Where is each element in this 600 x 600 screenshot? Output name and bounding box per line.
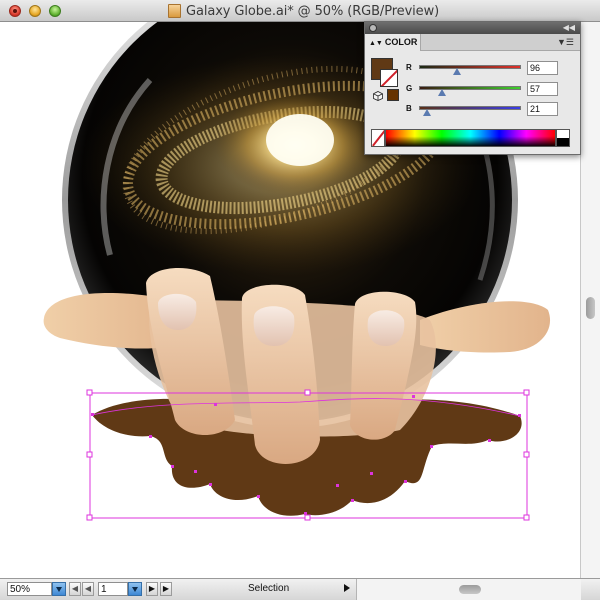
toggle-options-icon: ▲▼: [369, 40, 383, 47]
channel-slider-thumb-g[interactable]: [437, 89, 446, 96]
illustrator-document-icon: [168, 4, 181, 18]
horizontal-scrollbar[interactable]: [356, 579, 581, 600]
channel-value-input-b[interactable]: 21: [527, 102, 558, 116]
black-white-swatch[interactable]: [556, 129, 570, 147]
artboard-number-field[interactable]: 1: [98, 582, 128, 596]
channel-label-b: B: [406, 104, 412, 113]
panel-close-button[interactable]: [369, 24, 377, 32]
chevron-down-icon: [56, 587, 62, 592]
last-artboard-button[interactable]: ▶: [160, 582, 172, 596]
tab-color-label: COLOR: [384, 37, 418, 47]
horizontal-scroll-thumb[interactable]: [459, 585, 481, 594]
vertical-scrollbar[interactable]: [580, 22, 600, 578]
previous-page-icon: ◀: [84, 584, 92, 593]
panel-menu-icon[interactable]: ▼☰: [557, 38, 574, 47]
channel-slider-b[interactable]: [419, 106, 521, 110]
channel-slider-r[interactable]: [419, 65, 521, 69]
chevron-down-icon: [132, 587, 138, 592]
status-menu-arrow-icon[interactable]: [344, 584, 350, 592]
close-window-button[interactable]: [9, 5, 21, 17]
web-safe-color-swatch[interactable]: [387, 89, 399, 101]
channel-slider-thumb-b[interactable]: [423, 109, 432, 116]
zoom-level-field[interactable]: 50%: [7, 582, 52, 596]
panel-tab-bar: ▲▼ COLOR ▼☰: [365, 34, 580, 51]
current-tool-label[interactable]: Selection: [248, 583, 289, 594]
panel-header[interactable]: ◀◀: [365, 22, 580, 34]
close-dot-icon: [13, 9, 17, 13]
channel-slider-thumb-r[interactable]: [453, 68, 462, 75]
zoom-window-button[interactable]: [49, 5, 61, 17]
title-bar[interactable]: Galaxy Globe.ai* @ 50% (RGB/Preview): [0, 0, 600, 22]
channel-value-input-r[interactable]: 96: [527, 61, 558, 75]
artboard-number-dropdown[interactable]: [128, 582, 142, 596]
color-panel: ◀◀ ▲▼ COLOR ▼☰ R 96 G 57 B 21: [364, 21, 581, 155]
channel-label-g: G: [406, 84, 413, 93]
none-color-button[interactable]: [371, 129, 385, 147]
first-page-icon: ◀: [71, 584, 79, 593]
status-bar: 50% ◀ ◀ 1 ▶ ▶ Selection: [0, 578, 600, 600]
next-page-icon: ▶: [148, 584, 156, 593]
channel-value-input-g[interactable]: 57: [527, 82, 558, 96]
black-swatch[interactable]: [557, 138, 569, 146]
channel-slider-g[interactable]: [419, 86, 521, 90]
web-safe-cube-icon[interactable]: [373, 91, 383, 101]
illustrator-document-window: Galaxy Globe.ai* @ 50% (RGB/Preview) 50%…: [0, 0, 600, 600]
color-spectrum-bar[interactable]: [385, 129, 556, 147]
first-artboard-button[interactable]: ◀: [69, 582, 81, 596]
minimize-window-button[interactable]: [29, 5, 41, 17]
none-color-icon: [372, 130, 384, 146]
last-page-icon: ▶: [162, 584, 170, 593]
stroke-color-swatch[interactable]: [380, 69, 398, 87]
no-stroke-icon: [381, 70, 397, 86]
vertical-scroll-thumb[interactable]: [586, 297, 595, 319]
white-swatch[interactable]: [557, 130, 569, 138]
zoom-level-dropdown[interactable]: [52, 582, 66, 596]
channel-label-r: R: [406, 63, 412, 72]
next-artboard-button[interactable]: ▶: [146, 582, 158, 596]
collapse-panel-icon[interactable]: ◀◀: [563, 22, 575, 34]
tab-color[interactable]: ▲▼ COLOR: [365, 34, 421, 51]
previous-artboard-button[interactable]: ◀: [82, 582, 94, 596]
window-title: Galaxy Globe.ai* @ 50% (RGB/Preview): [186, 4, 440, 19]
